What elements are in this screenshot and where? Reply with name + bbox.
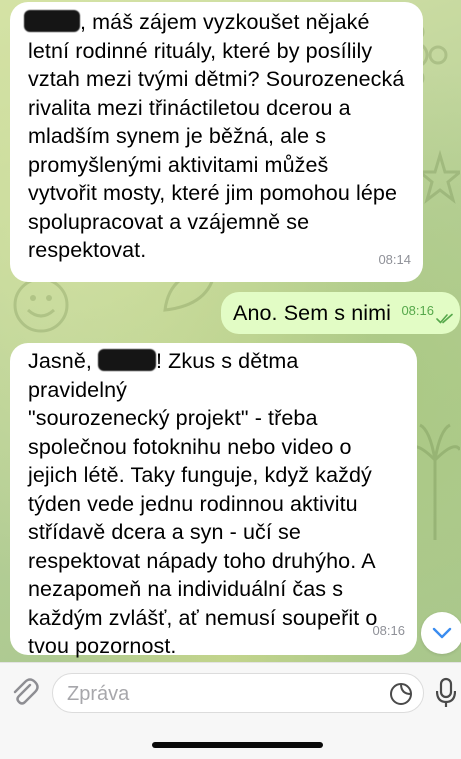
message-time: 08:16 (372, 622, 405, 638)
home-indicator[interactable] (152, 742, 323, 748)
message-time: 08:14 (378, 251, 411, 267)
message-text: , máš zájem vyzkoušet nějaké letní rodin… (24, 8, 407, 265)
message-input-placeholder: Zpráva (67, 683, 130, 705)
scroll-down-button[interactable] (421, 612, 461, 654)
microphone-icon[interactable] (436, 677, 456, 709)
doodle-palm-icon (410, 423, 460, 540)
doodle-star-icon (420, 150, 460, 204)
paperclip-icon[interactable] (10, 677, 40, 709)
redacted-name (24, 10, 80, 32)
message-text: Jasně, ! Zkus s dětma pravidelný "souroz… (28, 349, 378, 658)
message-bubble-incoming[interactable]: Jasně, ! Zkus s dětma pravidelný "souroz… (10, 343, 417, 658)
chevron-down-icon (432, 627, 452, 639)
message-input[interactable]: Zpráva (52, 673, 424, 713)
message-time: 08:16 (401, 302, 434, 318)
redacted-name (98, 349, 157, 371)
read-checkmarks-icon (436, 313, 453, 324)
message-text: Ano. Sem s nimi (233, 301, 392, 325)
sticker-icon[interactable] (389, 682, 413, 706)
message-bubble-incoming[interactable]: , máš zájem vyzkoušet nějaké letní rodin… (10, 2, 423, 282)
message-bubble-outgoing[interactable]: Ano. Sem s nimi 08:16 (221, 292, 460, 334)
